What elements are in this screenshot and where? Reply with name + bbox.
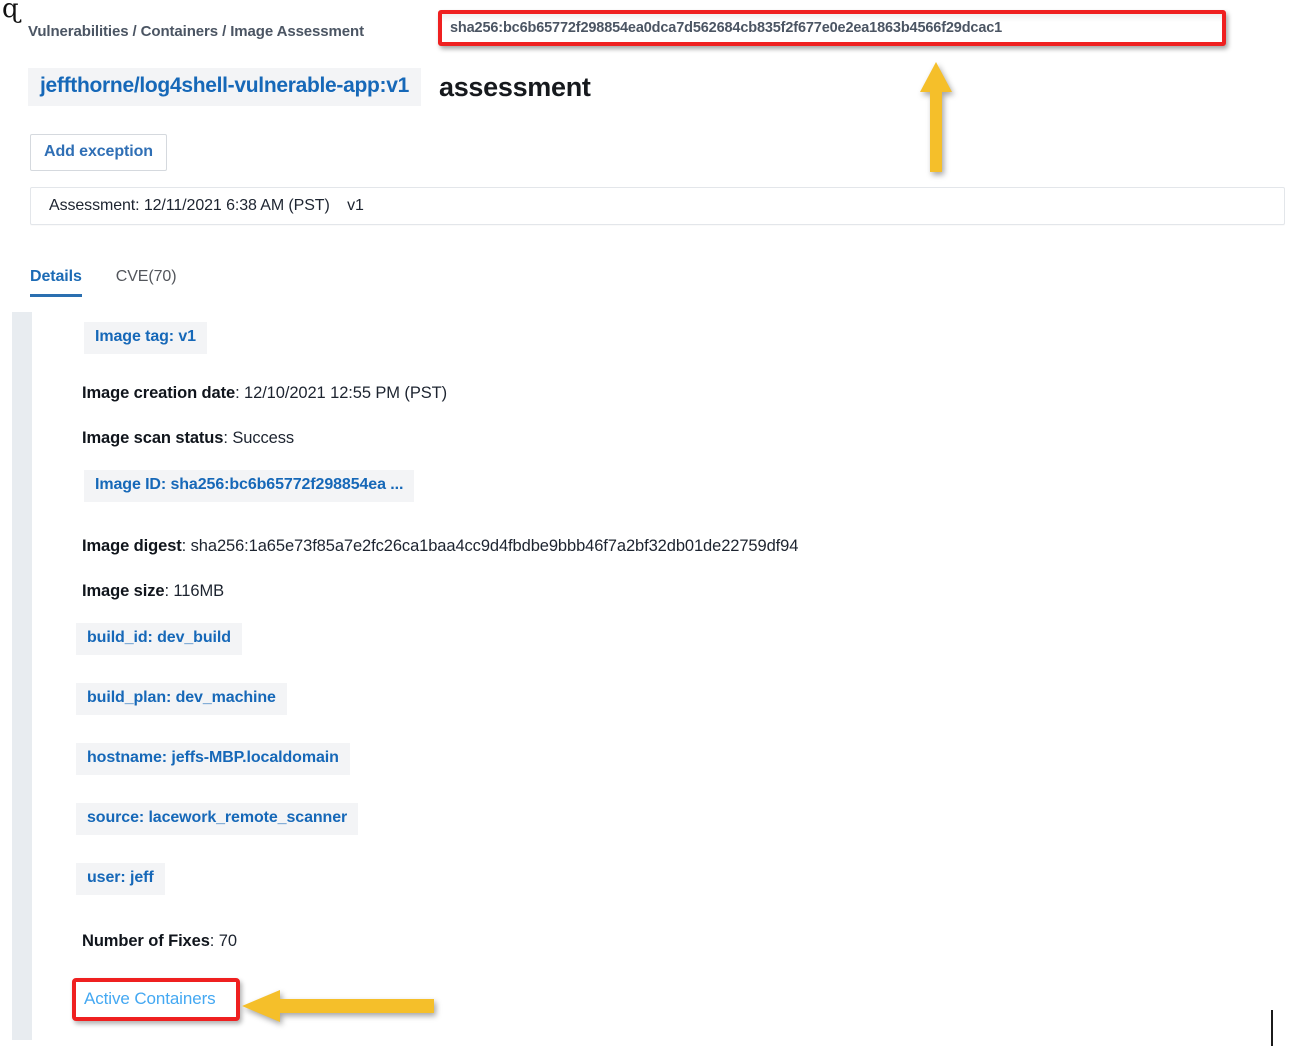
tag-chip-source[interactable]: source: lacework_remote_scanner xyxy=(76,803,359,835)
add-exception-button[interactable]: Add exception xyxy=(30,134,167,171)
image-sha-highlight-box: sha256:bc6b65772f298854ea0dca7d562684cb8… xyxy=(438,10,1226,46)
tag-chip-user[interactable]: user: jeff xyxy=(76,863,165,895)
corner-artifact-glyph: ɋ xyxy=(2,0,19,24)
image-scan-status-value: : Success xyxy=(223,429,295,447)
image-tag-chip[interactable]: Image tag: v1 xyxy=(84,322,207,354)
number-of-fixes-row: Number of Fixes: 70 xyxy=(82,932,237,951)
breadcrumb-path[interactable]: Vulnerabilities / Containers / Image Ass… xyxy=(28,23,364,40)
image-creation-date-row: Image creation date: 12/10/2021 12:55 PM… xyxy=(82,384,447,403)
tag-chip-build-plan[interactable]: build_plan: dev_machine xyxy=(76,683,287,715)
image-scan-status-row: Image scan status: Success xyxy=(82,429,294,448)
image-sha-text: sha256:bc6b65772f298854ea0dca7d562684cb8… xyxy=(450,20,1003,36)
image-digest-label: Image digest xyxy=(82,537,182,555)
page-title: jeffthorne/log4shell-vulnerable-app:v1 a… xyxy=(28,68,591,106)
number-of-fixes-value: : 70 xyxy=(209,932,237,950)
image-id-chip[interactable]: Image ID: sha256:bc6b65772f298854ea ... xyxy=(84,470,415,502)
image-assessment-page: ɋ Vulnerabilities / Containers / Image A… xyxy=(0,0,1290,1046)
tag-chip-build-id[interactable]: build_id: dev_build xyxy=(76,623,242,655)
number-of-fixes-label: Number of Fixes xyxy=(82,932,210,950)
arrow-pointing-to-active-containers xyxy=(242,990,434,1022)
image-creation-date-value: : 12/10/2021 12:55 PM (PST) xyxy=(235,384,447,402)
arrow-pointing-to-image-sha xyxy=(920,62,952,172)
tag-chip-hostname[interactable]: hostname: jeffs-MBP.localdomain xyxy=(76,743,350,775)
image-sha-field[interactable]: sha256:bc6b65772f298854ea0dca7d562684cb8… xyxy=(442,14,1222,42)
image-digest-value: : sha256:1a65e73f85a7e2fc26ca1baa4cc9d4f… xyxy=(181,537,799,555)
tab-bar: Details CVE(70) xyxy=(30,268,177,297)
image-creation-date-label: Image creation date xyxy=(82,384,236,402)
assessment-summary-bar[interactable]: Assessment: 12/11/2021 6:38 AM (PST) v1 xyxy=(30,187,1285,225)
image-size-value: : 116MB xyxy=(164,582,224,600)
image-digest-row: Image digest: sha256:1a65e73f85a7e2fc26c… xyxy=(82,537,798,556)
active-containers-link[interactable]: Active Containers xyxy=(84,989,216,1009)
page-title-suffix: assessment xyxy=(439,71,591,102)
image-scan-status-label: Image scan status xyxy=(82,429,224,447)
assessment-summary-text: Assessment: 12/11/2021 6:38 AM (PST) v1 xyxy=(49,197,364,214)
details-panel-rail xyxy=(12,312,32,1040)
breadcrumb[interactable]: Vulnerabilities / Containers / Image Ass… xyxy=(28,18,364,44)
image-name-chip[interactable]: jeffthorne/log4shell-vulnerable-app:v1 xyxy=(28,68,421,106)
tab-cve[interactable]: CVE(70) xyxy=(116,268,177,297)
page-edge-rule xyxy=(1271,1010,1273,1046)
image-size-label: Image size xyxy=(82,582,165,600)
tab-details[interactable]: Details xyxy=(30,268,82,297)
image-size-row: Image size: 116MB xyxy=(82,582,224,601)
